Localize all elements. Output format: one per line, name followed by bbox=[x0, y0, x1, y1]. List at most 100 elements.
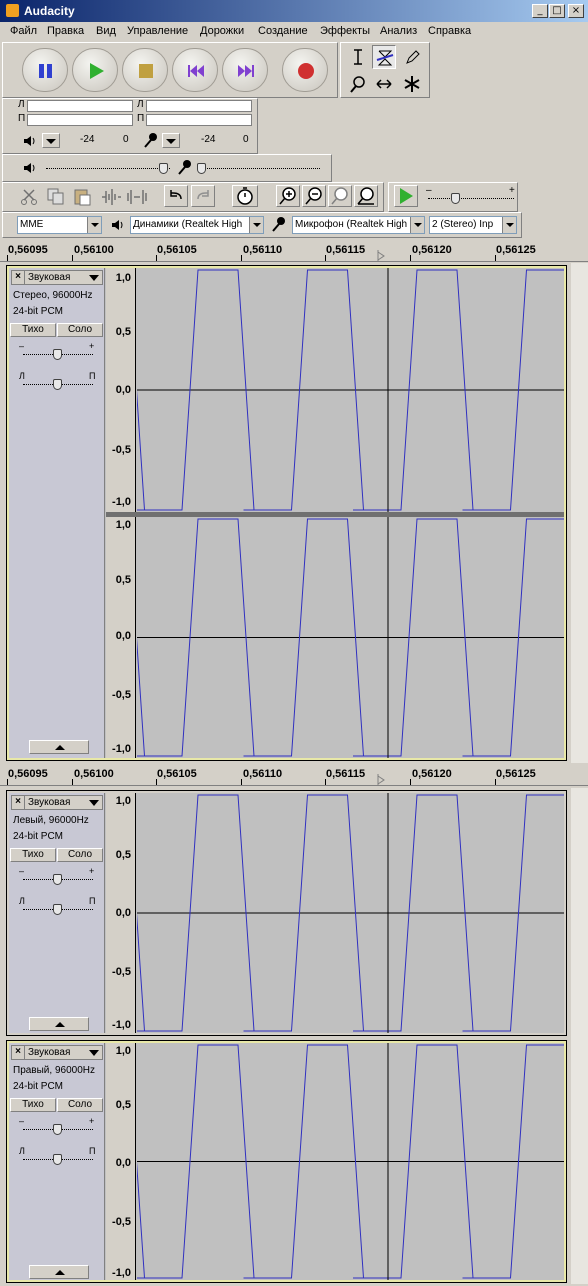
menu-analyze[interactable]: Анализ bbox=[380, 25, 417, 37]
menu-file[interactable]: Файл bbox=[10, 25, 37, 37]
scale-label: -1,0 bbox=[112, 743, 131, 755]
zoom-tool-button[interactable] bbox=[346, 72, 370, 96]
timeline-ruler-2[interactable]: 0,56095 0,56100 0,56105 0,56110 0,56115 … bbox=[0, 764, 588, 786]
close-track-icon[interactable]: × bbox=[12, 1046, 25, 1059]
menu-help[interactable]: Справка bbox=[428, 25, 471, 37]
vertical-scrollbar-2[interactable] bbox=[571, 788, 588, 1284]
play-speed-slider[interactable] bbox=[428, 198, 514, 199]
silence-icon[interactable] bbox=[126, 187, 148, 207]
speaker-icon bbox=[24, 163, 35, 173]
menu-tracks[interactable]: Дорожки bbox=[200, 25, 244, 37]
stereo-track[interactable]: × Звуковая Стерео, 96000Hz 24-bit PCM Тих… bbox=[6, 265, 567, 761]
solo-button[interactable]: Соло bbox=[57, 848, 103, 862]
zoom-in-button[interactable] bbox=[276, 185, 300, 207]
close-track-icon[interactable]: × bbox=[12, 796, 25, 809]
pan-thumb[interactable] bbox=[53, 1154, 62, 1165]
scale-label: -0,5 bbox=[112, 444, 131, 456]
waveform-right-channel[interactable] bbox=[137, 517, 564, 758]
copy-icon[interactable] bbox=[46, 187, 66, 207]
chevron-down-icon bbox=[89, 1050, 99, 1056]
menu-effects[interactable]: Эффекты bbox=[320, 25, 370, 37]
pan-thumb[interactable] bbox=[53, 904, 62, 915]
output-device-select[interactable]: Динамики (Realtek High bbox=[130, 216, 264, 234]
waveform-left-track[interactable] bbox=[137, 793, 564, 1033]
gain-thumb[interactable] bbox=[53, 1124, 62, 1135]
cut-icon[interactable] bbox=[20, 187, 40, 207]
pan-left-label: Л bbox=[19, 896, 25, 906]
draw-tool-button[interactable] bbox=[400, 45, 424, 69]
undo-button[interactable] bbox=[164, 185, 188, 207]
audio-host-value: MME bbox=[20, 219, 44, 230]
chevron-down-icon bbox=[46, 139, 56, 144]
record-volume-thumb[interactable] bbox=[197, 163, 206, 174]
collapse-track-button[interactable] bbox=[29, 740, 89, 754]
input-channels-select[interactable]: 2 (Stereo) Inp bbox=[429, 216, 517, 234]
audio-host-select[interactable]: MME bbox=[17, 216, 102, 234]
mute-button[interactable]: Тихо bbox=[10, 848, 56, 862]
waveform-left-channel[interactable] bbox=[137, 268, 564, 512]
maximize-button[interactable]: □ bbox=[549, 4, 565, 18]
gain-thumb[interactable] bbox=[53, 874, 62, 885]
track-bitdepth: 24-bit PCM bbox=[13, 1081, 64, 1092]
menu-generate[interactable]: Создание bbox=[258, 25, 308, 37]
timeshift-tool-button[interactable] bbox=[372, 72, 396, 96]
scale-label: 1,0 bbox=[115, 272, 131, 284]
play-speed-thumb[interactable] bbox=[451, 193, 460, 204]
fit-project-button[interactable] bbox=[354, 185, 378, 207]
playback-volume-slider[interactable] bbox=[46, 168, 170, 169]
ruler-label: 0,56115 bbox=[326, 244, 366, 256]
paste-icon[interactable] bbox=[72, 187, 92, 207]
track-name-menu[interactable]: × Звуковая bbox=[11, 1045, 103, 1060]
record-volume-slider[interactable] bbox=[200, 168, 320, 169]
record-meter-menu-button[interactable] bbox=[162, 133, 180, 148]
stop-button[interactable] bbox=[122, 48, 168, 92]
vertical-scrollbar[interactable] bbox=[571, 263, 588, 763]
skip-start-button[interactable] bbox=[172, 48, 218, 92]
skip-end-button[interactable] bbox=[222, 48, 268, 92]
play-at-speed-button[interactable] bbox=[394, 185, 418, 207]
menu-edit[interactable]: Правка bbox=[47, 25, 84, 37]
waveform-right-track[interactable] bbox=[137, 1043, 564, 1280]
collapse-track-button[interactable] bbox=[29, 1017, 89, 1031]
right-track[interactable]: × Звуковая Правый, 96000Hz 24-bit PCM Тих… bbox=[6, 1040, 567, 1283]
ruler-label: 0,56100 bbox=[74, 244, 114, 256]
selection-tool-button[interactable] bbox=[346, 45, 370, 69]
menu-transport[interactable]: Управление bbox=[127, 25, 188, 37]
left-track[interactable]: × Звуковая Левый, 96000Hz 24-bit PCM Тихо… bbox=[6, 790, 567, 1036]
minimize-button[interactable]: _ bbox=[532, 4, 548, 18]
timeline-ruler[interactable]: 0,56095 0,56100 0,56105 0,56110 0,56115 … bbox=[0, 240, 588, 262]
fit-project-icon bbox=[357, 187, 374, 205]
envelope-tool-button[interactable] bbox=[372, 45, 396, 69]
close-track-icon[interactable]: × bbox=[12, 271, 25, 284]
track-name-menu[interactable]: × Звуковая bbox=[11, 795, 103, 810]
solo-button[interactable]: Соло bbox=[57, 323, 103, 337]
sync-lock-button[interactable] bbox=[232, 185, 258, 207]
redo-button[interactable] bbox=[191, 185, 215, 207]
solo-button[interactable]: Соло bbox=[57, 1098, 103, 1112]
record-button[interactable] bbox=[282, 48, 328, 92]
input-device-select[interactable]: Микрофон (Realtek High bbox=[292, 216, 425, 234]
pan-thumb[interactable] bbox=[53, 379, 62, 390]
mute-button[interactable]: Тихо bbox=[10, 323, 56, 337]
play-meter-db-label: -24 bbox=[80, 134, 95, 145]
playback-meter-left bbox=[27, 100, 133, 112]
gain-thumb[interactable] bbox=[53, 349, 62, 360]
scale-label: 0,5 bbox=[115, 574, 131, 586]
input-channels-value: 2 (Stereo) Inp bbox=[432, 219, 494, 230]
gain-minus-label: – bbox=[19, 341, 25, 351]
trim-icon[interactable] bbox=[100, 187, 122, 207]
playback-meter-menu-button[interactable] bbox=[42, 133, 60, 148]
playback-volume-thumb[interactable] bbox=[159, 163, 168, 174]
pause-button[interactable] bbox=[22, 48, 68, 92]
close-button[interactable]: × bbox=[568, 4, 584, 18]
scale-label: -0,5 bbox=[112, 966, 131, 978]
track-control-panel: × Звуковая Стерео, 96000Hz 24-bit PCM Тих… bbox=[9, 268, 105, 758]
fit-selection-button[interactable] bbox=[328, 185, 352, 207]
menu-view[interactable]: Вид bbox=[96, 25, 116, 37]
multi-tool-button[interactable] bbox=[400, 72, 424, 96]
track-name-menu[interactable]: × Звуковая bbox=[11, 270, 103, 285]
play-button[interactable] bbox=[72, 48, 118, 92]
zoom-out-button[interactable] bbox=[302, 185, 326, 207]
collapse-track-button[interactable] bbox=[29, 1265, 89, 1279]
mute-button[interactable]: Тихо bbox=[10, 1098, 56, 1112]
